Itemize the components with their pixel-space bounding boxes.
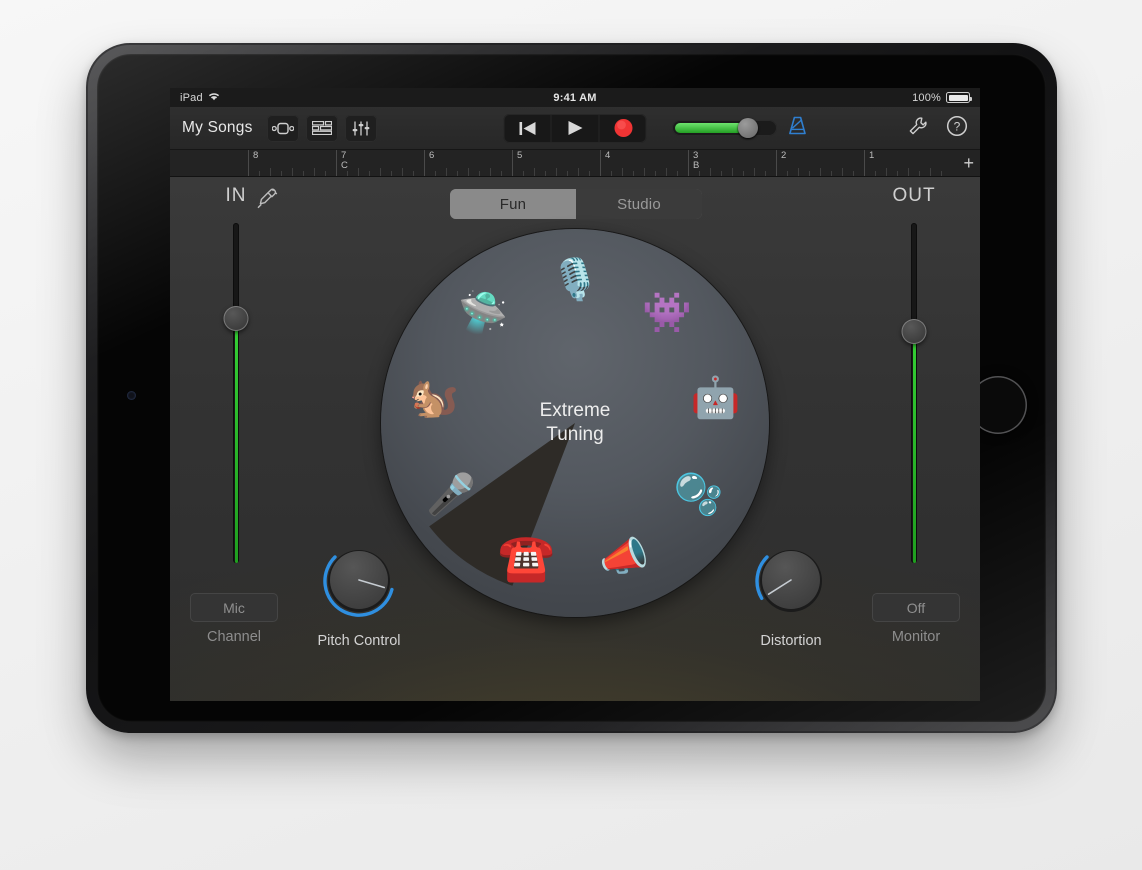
my-songs-button[interactable]: My Songs <box>182 119 253 137</box>
ruler-bar: 5 <box>512 150 600 176</box>
gold-microphone-icon[interactable]: 🎤 <box>420 464 482 526</box>
ruler-ticks <box>601 167 688 176</box>
preset-wheel[interactable]: Extreme Tuning 🎙️ 👾 🤖 🫧 📣 ☎️ 🎤 🐿️ 🛸 <box>381 229 769 617</box>
ruler-bar: 1 <box>864 150 952 176</box>
ruler-bar: 7C <box>336 150 424 176</box>
ruler-bar: 3B <box>688 150 776 176</box>
play-button[interactable] <box>552 114 599 143</box>
input-level-fill <box>234 318 238 563</box>
ruler-bar-number: 5 <box>517 150 523 161</box>
instrument-view-icon[interactable] <box>266 114 299 142</box>
vintage-microphone-icon[interactable]: 🎙️ <box>544 249 606 311</box>
master-volume-slider[interactable] <box>672 118 778 138</box>
mixer-icon[interactable] <box>344 114 377 142</box>
bubbles-icon[interactable]: 🫧 <box>668 464 730 526</box>
ruler-bar: 6 <box>424 150 512 176</box>
svg-text:?: ? <box>954 119 961 133</box>
ruler-bar-number: 6 <box>429 150 435 161</box>
input-fader-knob[interactable] <box>223 305 249 331</box>
battery-icon <box>946 92 972 103</box>
segment-fun[interactable]: Fun <box>450 189 576 219</box>
battery-percent-label: 100% <box>912 91 941 104</box>
ruler-bar: 4 <box>600 150 688 176</box>
input-channel-sublabel: Channel <box>206 629 261 645</box>
timeline-ruler[interactable]: 8 7C 6 5 4 3B 2 1 + <box>170 150 980 177</box>
rewind-button[interactable] <box>504 114 551 143</box>
add-track-button[interactable]: + <box>963 154 974 172</box>
input-channel-button[interactable]: Mic <box>190 593 278 622</box>
monitor-button[interactable]: Off <box>872 593 960 622</box>
ruler-ticks <box>689 167 776 176</box>
metronome-icon[interactable] <box>787 115 808 141</box>
ruler-bar-number: 4 <box>605 150 611 161</box>
screenshot-canvas: iPad 9:41 AM 100% My Songs ? 8 7 C 6 5 4… <box>0 0 1142 870</box>
telephone-icon[interactable]: ☎️ <box>495 526 557 588</box>
ruler-ticks <box>777 167 864 176</box>
ruler-bar-number: 8 <box>253 150 259 161</box>
monitor-sublabel: Monitor <box>891 629 941 645</box>
output-fader-knob[interactable] <box>901 319 927 345</box>
status-bar: iPad 9:41 AM 100% <box>170 88 980 107</box>
output-label: OUT <box>892 185 936 206</box>
ruler-bar: 8 <box>248 150 336 176</box>
output-fader-column: OUT <box>854 185 974 563</box>
status-bar-clock: 9:41 AM <box>553 91 597 104</box>
master-volume-control <box>672 115 808 141</box>
input-fader-column: IN <box>176 185 296 563</box>
ruler-ticks <box>425 167 512 176</box>
transport-controls <box>503 113 647 143</box>
ruler-ticks <box>337 167 424 176</box>
ruler-ticks <box>249 167 336 176</box>
chipmunk-icon[interactable]: 🐿️ <box>403 367 465 429</box>
help-icon[interactable]: ? <box>946 115 968 142</box>
ruler-ticks <box>865 167 952 176</box>
ipad-screen: iPad 9:41 AM 100% My Songs ? 8 7 C 6 5 4… <box>170 88 980 701</box>
robot-icon[interactable]: 🤖 <box>685 367 747 429</box>
wifi-icon <box>208 92 220 104</box>
ruler-bar: 2 <box>776 150 864 176</box>
segment-studio[interactable]: Studio <box>576 189 702 219</box>
ruler-bar-number: 1 <box>869 150 875 161</box>
front-camera <box>127 391 136 400</box>
ufo-icon[interactable]: 🛸 <box>452 282 514 344</box>
settings-wrench-icon[interactable] <box>908 116 928 141</box>
pitch-control-label: Pitch Control <box>317 633 401 649</box>
ruler-bar-number: 2 <box>781 150 787 161</box>
ruler-ticks <box>513 167 600 176</box>
monster-icon[interactable]: 👾 <box>636 282 698 344</box>
toolbar-right-group: ? <box>908 115 968 142</box>
volume-knob[interactable] <box>738 118 759 138</box>
output-fader-track[interactable] <box>901 223 927 563</box>
status-bar-right: 100% <box>912 91 972 104</box>
app-toolbar: My Songs ? <box>170 107 980 150</box>
view-switch-group <box>266 114 377 142</box>
distortion-label: Distortion <box>760 633 822 649</box>
output-level-fill <box>912 331 916 563</box>
guitar-plug-icon[interactable] <box>254 187 280 218</box>
tracks-view-icon[interactable] <box>305 114 338 142</box>
record-button[interactable] <box>600 114 647 143</box>
status-bar-left: iPad <box>180 92 220 104</box>
audio-recorder-main: Fun Studio IN Mic Channel OUT Off Monito… <box>170 177 980 701</box>
volume-fill <box>675 123 744 133</box>
preset-category-segmented: Fun Studio <box>450 189 702 219</box>
device-name-label: iPad <box>180 91 203 104</box>
input-fader-track[interactable] <box>223 223 249 563</box>
megaphone-icon[interactable]: 📣 <box>593 526 655 588</box>
